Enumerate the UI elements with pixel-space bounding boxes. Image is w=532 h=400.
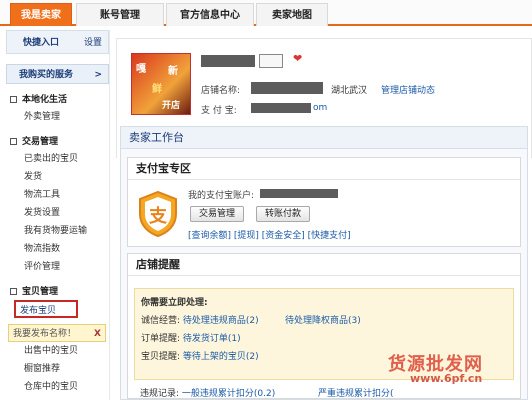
reminder-link[interactable]: 等待上架的宝贝(2) <box>183 352 259 362</box>
group-title-text: 宝贝管理 <box>22 287 59 297</box>
collapse-icon <box>10 288 17 295</box>
avatar-text: 鲜 <box>152 84 162 95</box>
sidebar-item-on-sale[interactable]: 出售中的宝贝 <box>6 342 109 360</box>
sidebar-item-reviews[interactable]: 评价管理 <box>6 258 109 276</box>
violation-link[interactable]: 一般违规累计扣分(0.2) <box>182 389 275 399</box>
group-items: 宝贝管理 发布宝贝 <box>6 284 109 318</box>
collapse-icon <box>10 138 17 145</box>
workspace-title: 卖家工作台 <box>121 127 527 149</box>
alipay-card: 支付宝专区 支 我的支付宝账户: 交易管理 转账付款 [查询余额] [提现] [… <box>127 157 521 247</box>
alipay-card-title: 支付宝专区 <box>128 158 520 180</box>
tab-account[interactable]: 账号管理 <box>76 3 164 26</box>
purchased-services-label: 我购买的服务 <box>19 70 74 80</box>
reminder-link[interactable]: 待处理违规商品(2) <box>183 316 259 326</box>
manage-shop-link[interactable]: 管理店铺动态 <box>381 83 435 96</box>
group-title[interactable]: 宝贝管理 <box>6 284 109 300</box>
sidebar-item-logistics-index[interactable]: 物流指数 <box>6 240 109 258</box>
sidebar-item-ship[interactable]: 发货 <box>6 168 109 186</box>
alipay-label: 支 付 宝: <box>201 106 237 116</box>
alipay-quick-links[interactable]: [查询余额] [提现] [资金安全] [快捷支付] <box>188 228 351 241</box>
collapse-icon <box>10 96 17 103</box>
purchased-services-bar[interactable]: 我购买的服务 > <box>6 64 109 84</box>
reminder-link[interactable]: 待处理降权商品(3) <box>285 316 361 326</box>
group-title[interactable]: 本地化生活 <box>6 92 109 108</box>
violation-row-2: 严重违规累计扣分( <box>318 386 394 399</box>
violation-row: 违规记录: 一般违规累计扣分(0.2) <box>140 386 275 399</box>
close-icon[interactable]: X <box>94 325 101 343</box>
reminder-label: 诚信经营: <box>141 316 181 326</box>
sidebar-item-logistics-tools[interactable]: 物流工具 <box>6 186 109 204</box>
settings-link[interactable]: 设置 <box>84 31 102 55</box>
main-content: 嘎 新 鲜 开店 ❤ 店铺名称: 湖北武汉 管理店铺动态 支 付 宝: om 卖… <box>116 30 532 400</box>
group-title-text: 交易管理 <box>22 137 59 147</box>
sidebar-item-showcase[interactable]: 橱窗推荐 <box>6 360 109 378</box>
reminder-row: 订单提醒: 待发货订单(1) <box>141 331 241 344</box>
reminder-heading: 你需要立即处理: <box>141 298 208 308</box>
redacted-name <box>201 55 255 67</box>
sidebar-item-sold[interactable]: 已卖出的宝贝 <box>6 150 109 168</box>
tooltip: 我要发布名称！ X <box>8 324 106 342</box>
shop-name-label: 店铺名称: <box>201 86 241 96</box>
watermark-url: www.6pf.cn <box>410 372 483 385</box>
avatar-text: 开店 <box>162 101 181 111</box>
alipay-suffix: om <box>313 103 328 113</box>
sidebar: 快捷入口 设置 我购买的服务 > 本地化生活 外卖管理 交易管理 已卖出的宝贝 … <box>6 30 110 400</box>
sidebar-item-publish[interactable]: 发布宝贝 <box>14 300 78 318</box>
violation-link[interactable]: 严重违规累计扣分( <box>318 389 394 399</box>
tooltip-text: 我要发布名称！ <box>13 329 77 339</box>
reminder-card-title: 店铺提醒 <box>128 254 520 276</box>
redacted-alipay <box>251 103 311 113</box>
avatar-text: 嘎 <box>136 64 146 75</box>
group-trade: 交易管理 已卖出的宝贝 发货 物流工具 发货设置 我有货物要运输 物流指数 评价… <box>6 134 109 276</box>
sidebar-item-warehouse[interactable]: 仓库中的宝贝 <box>6 378 109 396</box>
alipay-shield-icon: 支 <box>139 190 177 238</box>
quick-entry-header: 快捷入口 设置 <box>6 30 109 54</box>
shop-location: 湖北武汉 <box>331 86 368 96</box>
violation-label: 违规记录: <box>140 389 180 399</box>
reminder-label: 订单提醒: <box>141 334 181 344</box>
reminder-row: 诚信经营: 待处理违规商品(2) <box>141 313 259 326</box>
group-local-life: 本地化生活 外卖管理 <box>6 92 109 126</box>
tab-seller-map[interactable]: 卖家地图 <box>256 3 328 26</box>
sidebar-item-takeout[interactable]: 外卖管理 <box>6 108 109 126</box>
reminder-row-2: 待处理降权商品(3) <box>285 313 361 326</box>
reminder-row: 宝贝提醒: 等待上架的宝贝(2) <box>141 349 259 362</box>
group-title-text: 本地化生活 <box>22 95 68 105</box>
sidebar-item-freight[interactable]: 我有货物要运输 <box>6 222 109 240</box>
reminder-link[interactable]: 待发货订单(1) <box>183 334 241 344</box>
trade-management-button[interactable]: 交易管理 <box>190 206 245 222</box>
quick-entry-label: 快捷入口 <box>23 38 60 48</box>
id-card-icon <box>259 54 283 68</box>
tab-official-info[interactable]: 官方信息中心 <box>166 3 254 26</box>
tab-seller[interactable]: 我是卖家 <box>10 3 72 26</box>
alipay-account-label: 我的支付宝账户: <box>188 191 255 201</box>
top-navigation: 我是卖家 账号管理 官方信息中心 卖家地图 <box>0 0 532 26</box>
transfer-payment-button[interactable]: 转账付款 <box>256 206 311 222</box>
avatar-text: 新 <box>168 66 178 77</box>
redacted-account <box>260 189 338 198</box>
redacted-shop-name <box>251 82 323 94</box>
sidebar-item-shipping-settings[interactable]: 发货设置 <box>6 204 109 222</box>
shop-avatar[interactable]: 嘎 新 鲜 开店 <box>131 53 191 115</box>
group-title[interactable]: 交易管理 <box>6 134 109 150</box>
heart-icon: ❤ <box>293 52 303 65</box>
reminder-label: 宝贝提醒: <box>141 352 181 362</box>
svg-text:支: 支 <box>148 205 168 227</box>
chevron-right-icon: > <box>94 70 102 80</box>
